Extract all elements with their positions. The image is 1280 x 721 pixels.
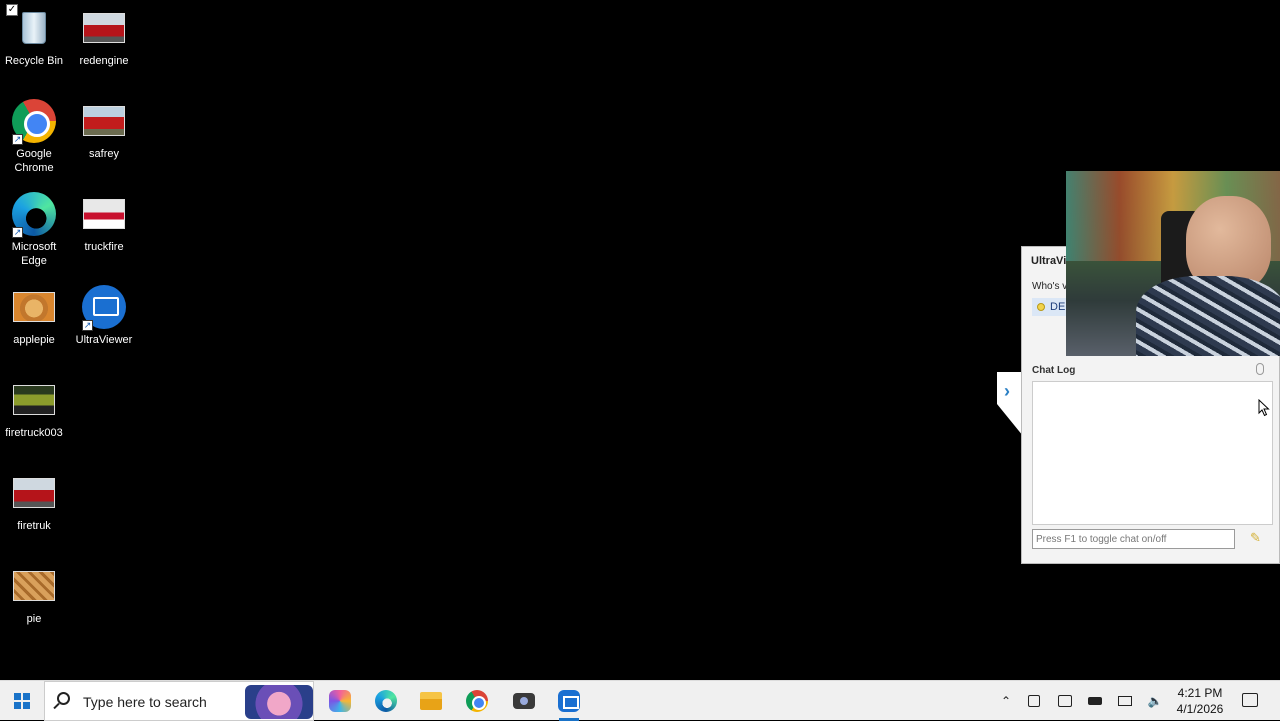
image-file-icon [82, 192, 126, 236]
whos-viewing-label: Who's v [1032, 281, 1068, 292]
chevron-right-icon: › [1004, 381, 1010, 401]
desktop-icon-applepie[interactable]: applepie [0, 285, 69, 347]
start-button[interactable] [0, 681, 44, 721]
icon-label: redengine [79, 55, 129, 67]
taskbar: Type here to search ⌃ 🔈 4:21 PM 4/1/2026 [0, 680, 1280, 721]
taskbar-ultraviewer-button[interactable] [549, 685, 589, 721]
storage-device-icon[interactable] [1088, 697, 1102, 705]
clock-date: 4/1/2026 [1176, 702, 1224, 716]
taskbar-edge-button[interactable] [366, 685, 406, 717]
webcam-video-overlay [1066, 171, 1280, 356]
taskbar-copilot-button[interactable] [320, 685, 360, 717]
camera-icon [513, 693, 535, 709]
desktop-icon-truckfire[interactable]: truckfire [69, 192, 139, 254]
clock-time: 4:21 PM [1177, 686, 1223, 700]
meet-now-icon[interactable] [1028, 695, 1040, 707]
copilot-icon [329, 690, 351, 712]
system-clock[interactable]: 4:21 PM 4/1/2026 [1172, 685, 1228, 717]
image-file-icon [12, 564, 56, 608]
icon-label: Microsoft Edge [11, 241, 57, 267]
ultraviewer-icon [558, 690, 580, 712]
desktop-icon-pie[interactable]: pie [0, 564, 69, 626]
microphone-icon[interactable] [1256, 363, 1264, 375]
folder-icon [420, 692, 442, 710]
image-file-icon [12, 378, 56, 422]
taskbar-search-box[interactable]: Type here to search [44, 681, 314, 721]
windows-logo-icon [14, 693, 30, 709]
chat-log-area[interactable] [1032, 381, 1273, 525]
panel-title: UltraVi [1031, 255, 1067, 267]
desktop-icon-recycle-bin[interactable]: ✓ Recycle Bin [0, 4, 69, 68]
icon-label: Google Chrome [14, 148, 54, 174]
taskbar-camera-button[interactable] [504, 685, 544, 717]
desktop-icon-safrey[interactable]: safrey [69, 99, 139, 161]
recycle-bin-icon: ✓ [6, 4, 56, 50]
ultraviewer-icon: ↗ [82, 285, 126, 331]
image-file-icon [12, 285, 56, 329]
desktop[interactable]: ✓ Recycle Bin ↗ Google Chrome ↗ Microsof… [0, 0, 1280, 680]
status-dot-icon [1037, 303, 1045, 311]
user-name: DE [1050, 301, 1066, 313]
search-highlight-icon[interactable] [245, 685, 313, 719]
desktop-icon-redengine[interactable]: redengine [69, 6, 139, 68]
search-icon [57, 692, 70, 705]
edge-icon [375, 690, 397, 712]
desktop-icon-microsoft-edge[interactable]: ↗ Microsoft Edge [0, 192, 69, 268]
volume-icon[interactable]: 🔈 [1147, 693, 1163, 709]
desktop-icon-ultraviewer[interactable]: ↗ UltraViewer [69, 285, 139, 347]
shortcut-arrow-icon: ↗ [82, 320, 93, 331]
collapse-panel-button[interactable]: › [997, 372, 1023, 436]
selected-checkbox-icon: ✓ [6, 4, 18, 16]
network-icon[interactable] [1118, 696, 1132, 706]
taskbar-chrome-button[interactable] [457, 685, 497, 717]
send-pencil-icon[interactable]: ✎ [1250, 531, 1262, 545]
icon-label: pie [26, 613, 42, 625]
chat-input[interactable] [1032, 529, 1235, 549]
chrome-icon [466, 690, 488, 712]
image-file-icon [12, 471, 56, 515]
image-file-icon [82, 6, 126, 50]
search-placeholder: Type here to search [83, 694, 207, 710]
icon-label: firetruk [17, 520, 51, 532]
taskbar-file-explorer-button[interactable] [411, 685, 451, 717]
chrome-icon: ↗ [12, 99, 56, 145]
icon-label: firetruck003 [5, 427, 63, 439]
icon-label: applepie [13, 334, 55, 346]
notification-center-icon[interactable] [1242, 693, 1258, 707]
shortcut-arrow-icon: ↗ [12, 134, 23, 145]
desktop-icon-firetruck003[interactable]: firetruck003 [0, 378, 69, 440]
shortcut-arrow-icon: ↗ [12, 227, 23, 238]
desktop-icon-google-chrome[interactable]: ↗ Google Chrome [0, 99, 69, 175]
security-icon[interactable] [1058, 695, 1072, 707]
chat-log-label: Chat Log [1032, 365, 1076, 376]
icon-label: UltraViewer [75, 334, 133, 346]
icon-label: truckfire [84, 241, 124, 253]
show-hidden-icons-chevron-icon[interactable]: ⌃ [998, 693, 1014, 709]
image-file-icon [82, 99, 126, 143]
desktop-icon-firetruk[interactable]: firetruk [0, 471, 69, 533]
edge-icon: ↗ [12, 192, 56, 238]
icon-label: safrey [89, 148, 119, 160]
icon-label: Recycle Bin [4, 55, 64, 67]
